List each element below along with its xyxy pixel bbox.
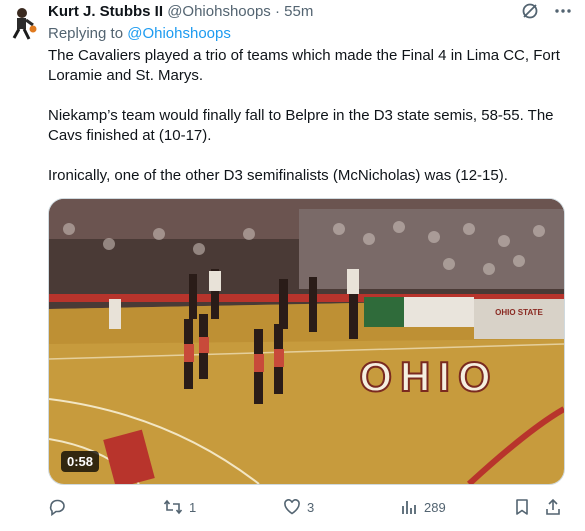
like-icon [283,498,301,516]
separator-dot: · [274,3,280,20]
retweet-icon [163,498,183,516]
avatar[interactable] [2,4,42,44]
tweet-paragraph: Niekamp’s team would finally fall to Bel… [48,107,554,144]
tweet-text: The Cavaliers played a trio of teams whi… [48,46,568,206]
views-count: 289 [424,499,446,515]
floor-text: OHIO [359,353,498,400]
bookmark-icon [513,498,531,516]
video-duration: 0:58 [61,451,100,472]
avatar-figure-icon [12,8,37,40]
reply-prefix: Replying to [48,25,124,42]
grok-icon[interactable] [521,2,539,20]
banner-text: OHIO STATE [495,308,543,317]
replying-to: Replying to @Ohiohshoops [48,24,231,44]
author-handle[interactable]: @Ohiohshoops [167,3,271,20]
views-icon [400,498,418,516]
author-name[interactable]: Kurt J. Stubbs II [48,3,163,20]
like-count: 3 [307,499,315,515]
action-bar: 1 3 289 [48,498,568,518]
video-frame: OHIO STATE OHIO [49,199,564,484]
tweet-paragraph: The Cavaliers played a trio of teams whi… [48,47,560,84]
views-button[interactable]: 289 [400,498,446,516]
reply-handle-link[interactable]: @Ohiohshoops [127,25,231,42]
bookmark-button[interactable] [513,498,531,516]
top-right-actions [521,2,573,20]
video-player[interactable]: OHIO STATE OHIO 0:58 [48,198,565,485]
like-button[interactable]: 3 [283,498,314,516]
reply-icon [48,498,66,516]
tweet-header: Kurt J. Stubbs II @Ohiohshoops · 55m [48,2,313,22]
retweet-count: 1 [189,499,197,515]
timestamp[interactable]: 55m [284,3,313,20]
share-button[interactable] [544,498,562,516]
share-icon [544,498,562,516]
tweet-paragraph: Ironically, one of the other D3 semifina… [48,167,508,184]
more-icon[interactable] [553,2,573,20]
reply-button[interactable] [48,498,72,516]
retweet-button[interactable]: 1 [163,498,196,516]
